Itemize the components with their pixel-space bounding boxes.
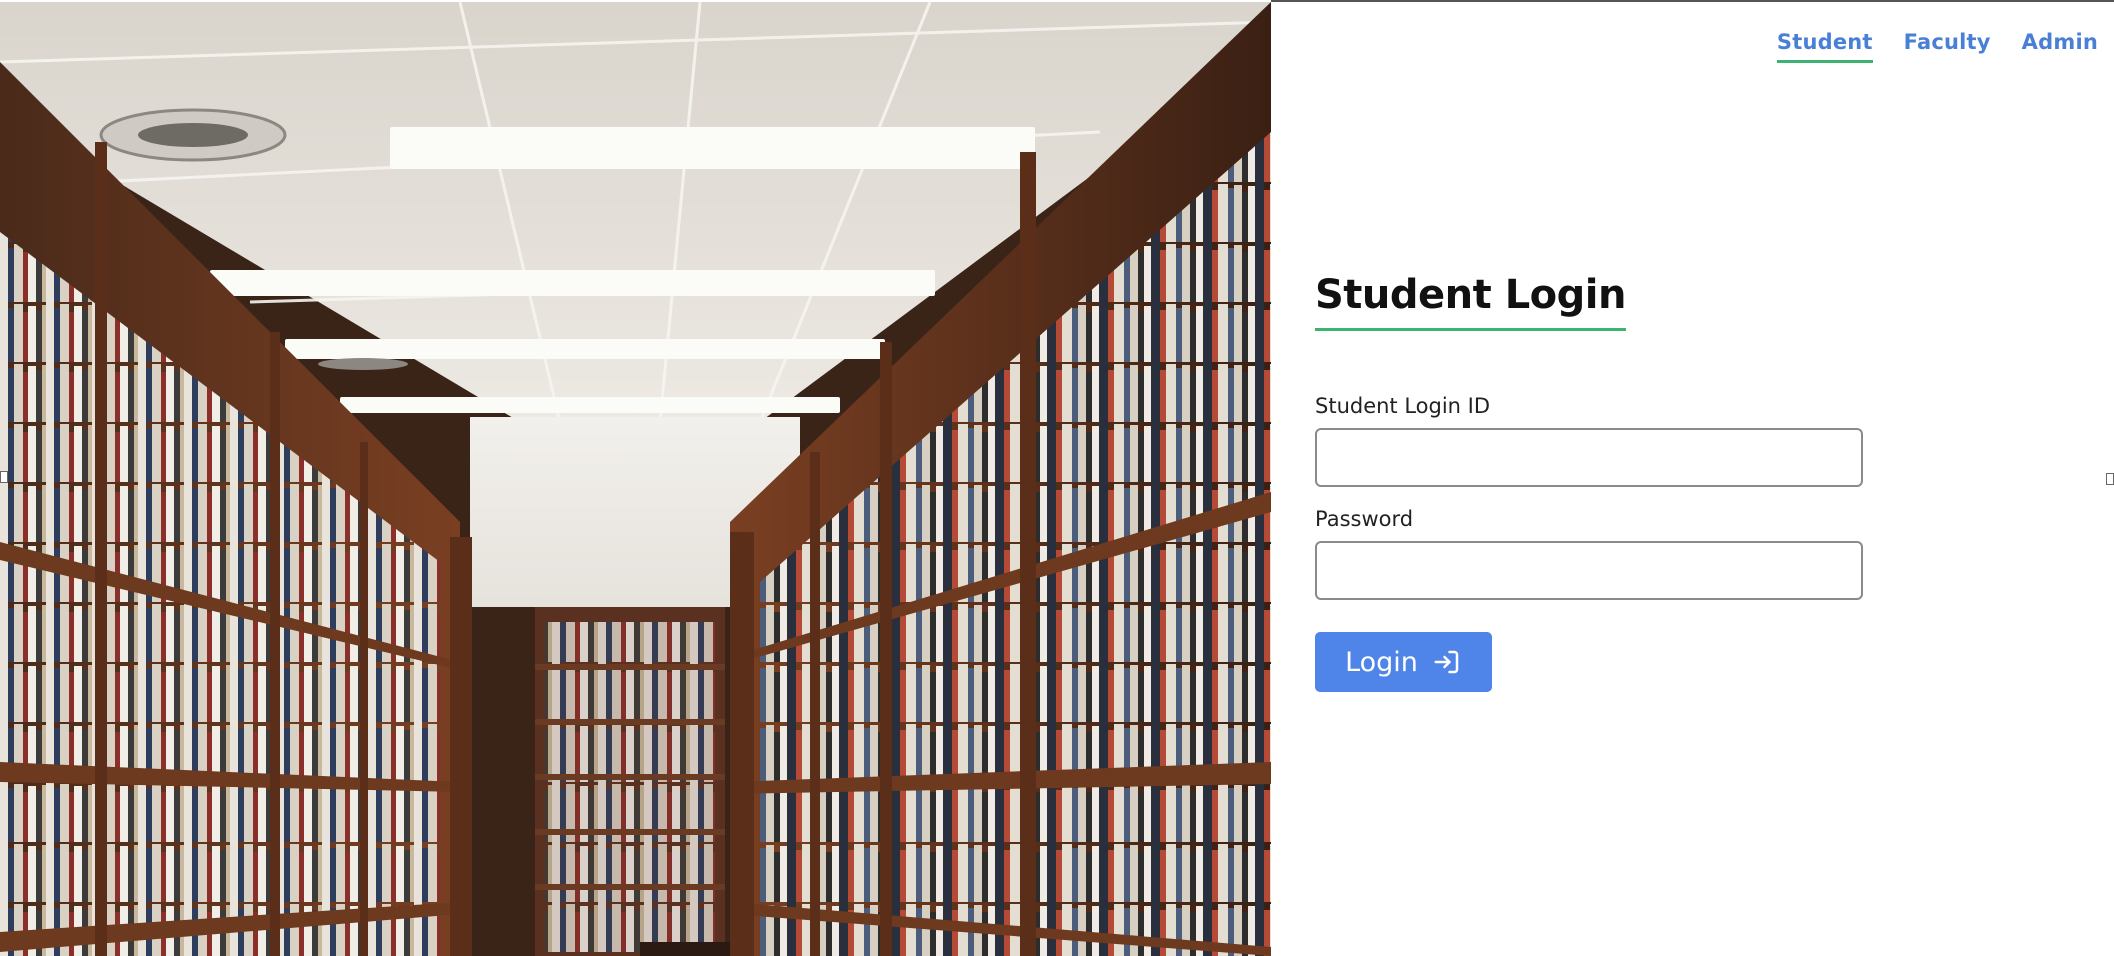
password-input[interactable] xyxy=(1315,541,1863,600)
login-button-label: Login xyxy=(1345,646,1418,678)
login-id-group: Student Login ID xyxy=(1315,394,1863,487)
password-group: Password xyxy=(1315,507,1863,600)
login-form: Student Login ID Password xyxy=(1315,394,1863,620)
nav-tab-admin[interactable]: Admin xyxy=(2022,28,2098,63)
login-button[interactable]: Login xyxy=(1315,632,1492,692)
nav-tab-faculty[interactable]: Faculty xyxy=(1904,28,1991,63)
resize-handle-right[interactable] xyxy=(2106,473,2114,485)
login-id-input[interactable] xyxy=(1315,428,1863,487)
login-arrow-icon xyxy=(1434,650,1459,674)
login-id-label: Student Login ID xyxy=(1315,394,1491,418)
role-nav: Student Faculty Admin xyxy=(1746,28,2098,63)
page-title: Student Login xyxy=(1315,272,1626,331)
nav-tab-student[interactable]: Student xyxy=(1776,28,1873,63)
login-heading-wrap: Student Login xyxy=(1315,272,1626,331)
hero-library-image xyxy=(0,2,1271,956)
resize-handle-left[interactable] xyxy=(0,471,8,483)
password-label: Password xyxy=(1315,507,1414,531)
login-panel: Student Faculty Admin Student Login Stud… xyxy=(1271,0,2114,956)
